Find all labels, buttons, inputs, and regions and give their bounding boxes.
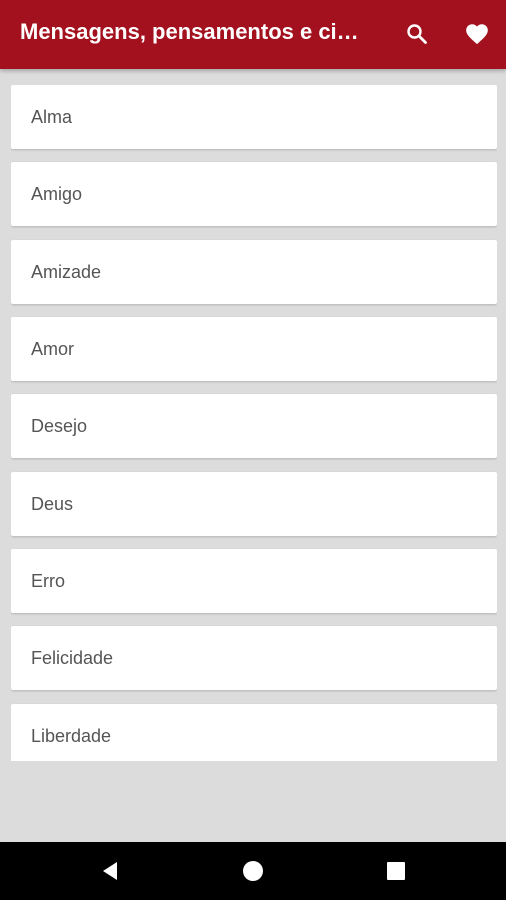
category-label: Amigo	[31, 184, 83, 204]
category-item-felicidade[interactable]: Felicidade	[11, 626, 497, 690]
category-label: Alma	[31, 107, 73, 127]
category-label: Amizade	[31, 262, 102, 282]
category-item-amizade[interactable]: Amizade	[11, 240, 497, 304]
app-bar: Mensagens, pensamentos e ci…	[0, 0, 506, 69]
category-item-amor[interactable]: Amor	[11, 317, 497, 381]
favorites-button[interactable]	[460, 17, 494, 51]
search-button[interactable]	[400, 17, 434, 51]
search-icon	[407, 24, 427, 44]
system-navigation-bar	[0, 842, 506, 900]
home-circle-icon	[243, 861, 263, 881]
category-item-desejo[interactable]: Desejo	[11, 394, 497, 458]
category-label: Desejo	[31, 416, 88, 436]
app-title: Mensagens, pensamentos e ci…	[20, 19, 359, 44]
home-button[interactable]	[237, 855, 269, 887]
category-list: Alma Amigo Amizade Amor Desejo Deus Erro…	[11, 85, 497, 761]
heart-icon	[466, 24, 488, 45]
category-label: Deus	[31, 494, 74, 514]
category-label: Erro	[31, 571, 66, 591]
category-label: Liberdade	[31, 726, 112, 746]
category-label: Amor	[31, 339, 75, 359]
category-item-erro[interactable]: Erro	[11, 549, 497, 613]
back-button[interactable]	[95, 855, 127, 887]
recents-button[interactable]	[380, 855, 412, 887]
recents-square-icon	[387, 862, 405, 880]
back-triangle-icon	[103, 862, 117, 880]
category-item-amigo[interactable]: Amigo	[11, 162, 497, 226]
category-item-liberdade[interactable]: Liberdade	[11, 704, 497, 761]
category-item-deus[interactable]: Deus	[11, 472, 497, 536]
category-item-alma[interactable]: Alma	[11, 85, 497, 149]
category-label: Felicidade	[31, 648, 114, 668]
